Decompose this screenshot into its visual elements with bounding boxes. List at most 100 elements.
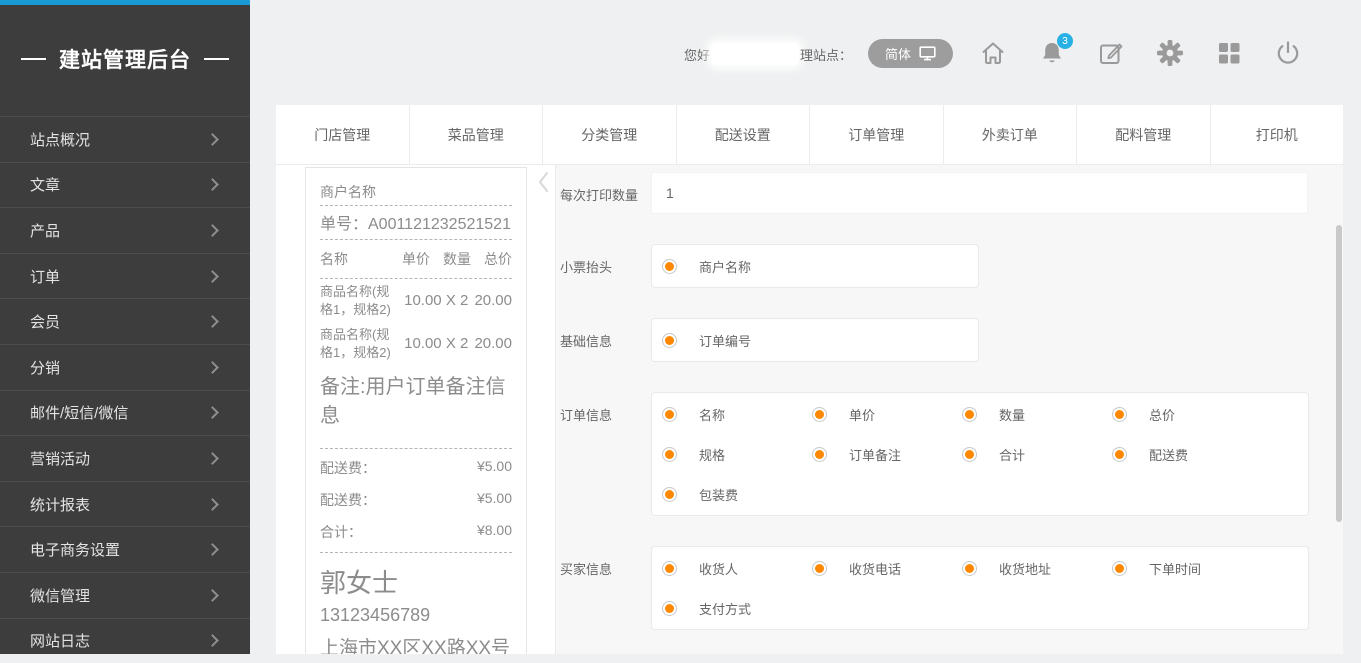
radio-option[interactable]: 配送费 bbox=[1102, 434, 1252, 474]
chevron-right-icon bbox=[206, 224, 219, 237]
radio-option[interactable]: 数量 bbox=[952, 394, 1102, 434]
option-box: 收货人 收货电话 收货地址 下单时间支付方式 bbox=[651, 546, 1309, 630]
receipt-buyer-block: 郭女士 13123456789 上海市XX区XX路XX号XXX室 bbox=[320, 553, 512, 654]
tab[interactable]: 配料管理 bbox=[1076, 105, 1210, 164]
radio-option[interactable]: 单价 bbox=[802, 394, 952, 434]
greeting-prefix: 您好 bbox=[684, 45, 710, 64]
radio-option[interactable]: 名称 bbox=[652, 394, 802, 434]
sidebar-item[interactable]: 电子商务设置 bbox=[0, 526, 250, 572]
radio-option-label: 下单时间 bbox=[1149, 559, 1201, 578]
sidebar-item[interactable]: 统计报表 bbox=[0, 481, 250, 527]
app-title-text: 建站管理后台 bbox=[59, 44, 191, 74]
sidebar-item[interactable]: 营销活动 bbox=[0, 435, 250, 481]
radio-option-label: 总价 bbox=[1149, 405, 1175, 424]
notification-badge: 3 bbox=[1057, 33, 1073, 49]
receipt-fee-label: 配送费： bbox=[320, 490, 376, 510]
notifications-button[interactable]: 3 bbox=[1038, 36, 1066, 70]
radio-selected-icon bbox=[962, 407, 977, 422]
settings-section-label: 小票抬头 bbox=[558, 244, 651, 288]
radio-option-label: 配送费 bbox=[1149, 445, 1188, 464]
radio-option[interactable]: 总价 bbox=[1102, 394, 1252, 434]
radio-selected-icon bbox=[962, 447, 977, 462]
receipt-preview: 商户名称 单号：A001121232521521 名称单价数量总价 商品名称(规… bbox=[305, 167, 527, 654]
receipt-fee-row: 配送费：¥5.00 bbox=[320, 484, 512, 516]
print-count-row: 每次打印数量 bbox=[558, 172, 1343, 214]
sidebar-item[interactable]: 邮件/短信/微信 bbox=[0, 390, 250, 436]
radio-option-label: 收货地址 bbox=[999, 559, 1051, 578]
radio-option[interactable]: 下单时间 bbox=[1102, 548, 1252, 588]
sidebar-item[interactable]: 文章 bbox=[0, 162, 250, 208]
option-grid: 商户名称 bbox=[652, 246, 978, 286]
radio-option[interactable]: 合计 bbox=[952, 434, 1102, 474]
title-dash-left bbox=[21, 58, 46, 60]
radio-selected-icon bbox=[662, 487, 677, 502]
receipt-fee-value: ¥8.00 bbox=[477, 522, 512, 542]
collapse-receipt-handle[interactable] bbox=[538, 171, 550, 198]
gear-icon bbox=[1156, 39, 1184, 67]
tab[interactable]: 门店管理 bbox=[276, 105, 409, 164]
option-box: 名称单价数量 总价规格 订单备注 合计 配送费包装费 bbox=[651, 392, 1309, 516]
tab[interactable]: 分类管理 bbox=[542, 105, 676, 164]
tab[interactable]: 打印机 bbox=[1210, 105, 1344, 164]
home-button[interactable] bbox=[979, 36, 1007, 70]
logout-button[interactable] bbox=[1274, 36, 1302, 70]
settings-button[interactable] bbox=[1156, 36, 1184, 70]
sidebar-item-label: 微信管理 bbox=[30, 585, 208, 606]
radio-option[interactable]: 规格 bbox=[652, 434, 802, 474]
chevron-right-icon bbox=[206, 315, 219, 328]
radio-selected-icon bbox=[812, 407, 827, 422]
radio-option-label: 收货电话 bbox=[849, 559, 901, 578]
print-count-input[interactable] bbox=[651, 172, 1308, 214]
radio-selected-icon bbox=[812, 447, 827, 462]
language-pill[interactable]: 简体 bbox=[868, 39, 953, 68]
compose-icon bbox=[1097, 39, 1125, 67]
radio-option[interactable]: 包装费 bbox=[652, 474, 802, 514]
sidebar-item-label: 邮件/短信/微信 bbox=[30, 402, 208, 423]
greeting-suffix: 理站点： bbox=[800, 45, 852, 64]
radio-option[interactable]: 订单备注 bbox=[802, 434, 952, 474]
sidebar-top-strip bbox=[0, 0, 250, 5]
tab[interactable]: 配送设置 bbox=[676, 105, 810, 164]
sidebar-item[interactable]: 订单 bbox=[0, 253, 250, 299]
tab[interactable]: 菜品管理 bbox=[409, 105, 543, 164]
radio-option[interactable]: 支付方式 bbox=[652, 588, 802, 628]
radio-option-label: 规格 bbox=[699, 445, 725, 464]
receipt-column-label: 数量 bbox=[443, 249, 471, 269]
settings-section-row: 基础信息订单编号 bbox=[558, 318, 1343, 362]
sidebar-item[interactable]: 站点概况 bbox=[0, 116, 250, 162]
radio-selected-icon bbox=[1112, 561, 1127, 576]
radio-option[interactable]: 订单编号 bbox=[652, 320, 802, 360]
scrollbar-thumb[interactable] bbox=[1336, 225, 1342, 522]
compose-button[interactable] bbox=[1097, 36, 1125, 70]
buyer-phone: 13123456789 bbox=[320, 605, 512, 626]
sidebar-item-label: 文章 bbox=[30, 174, 208, 195]
radio-selected-icon bbox=[962, 561, 977, 576]
receipt-fees: 配送费：¥5.00配送费：¥5.00合计：¥8.00 bbox=[320, 449, 512, 553]
radio-option[interactable]: 收货人 bbox=[652, 548, 802, 588]
sidebar-item[interactable]: 分销 bbox=[0, 344, 250, 390]
sidebar-item[interactable]: 会员 bbox=[0, 298, 250, 344]
sidebar-item-label: 会员 bbox=[30, 311, 208, 332]
radio-selected-icon bbox=[1112, 407, 1127, 422]
receipt-column-label: 单价 bbox=[402, 249, 430, 269]
receipt-order-no: 单号：A001121232521521 bbox=[320, 206, 512, 240]
radio-option[interactable]: 收货电话 bbox=[802, 548, 952, 588]
radio-option-label: 订单备注 bbox=[849, 445, 901, 464]
tab[interactable]: 外卖订单 bbox=[943, 105, 1077, 164]
receipt-item-name: 商品名称(规格1，规格2) bbox=[320, 283, 398, 318]
apps-button[interactable] bbox=[1215, 36, 1243, 70]
tab[interactable]: 订单管理 bbox=[809, 105, 943, 164]
radio-option[interactable]: 收货地址 bbox=[952, 548, 1102, 588]
receipt-item-total: 20.00 bbox=[474, 335, 512, 352]
sidebar-item[interactable]: 产品 bbox=[0, 207, 250, 253]
radio-option[interactable]: 商户名称 bbox=[652, 246, 802, 286]
sidebar-item[interactable]: 网站日志 bbox=[0, 618, 250, 663]
app-title: 建站管理后台 bbox=[0, 42, 250, 76]
option-box: 订单编号 bbox=[651, 318, 979, 362]
sidebar-item-label: 网站日志 bbox=[30, 630, 208, 651]
sidebar-item[interactable]: 微信管理 bbox=[0, 572, 250, 618]
receipt-column-label: 名称 bbox=[320, 249, 389, 269]
radio-selected-icon bbox=[1112, 447, 1127, 462]
chevron-right-icon bbox=[206, 179, 219, 192]
radio-selected-icon bbox=[662, 561, 677, 576]
